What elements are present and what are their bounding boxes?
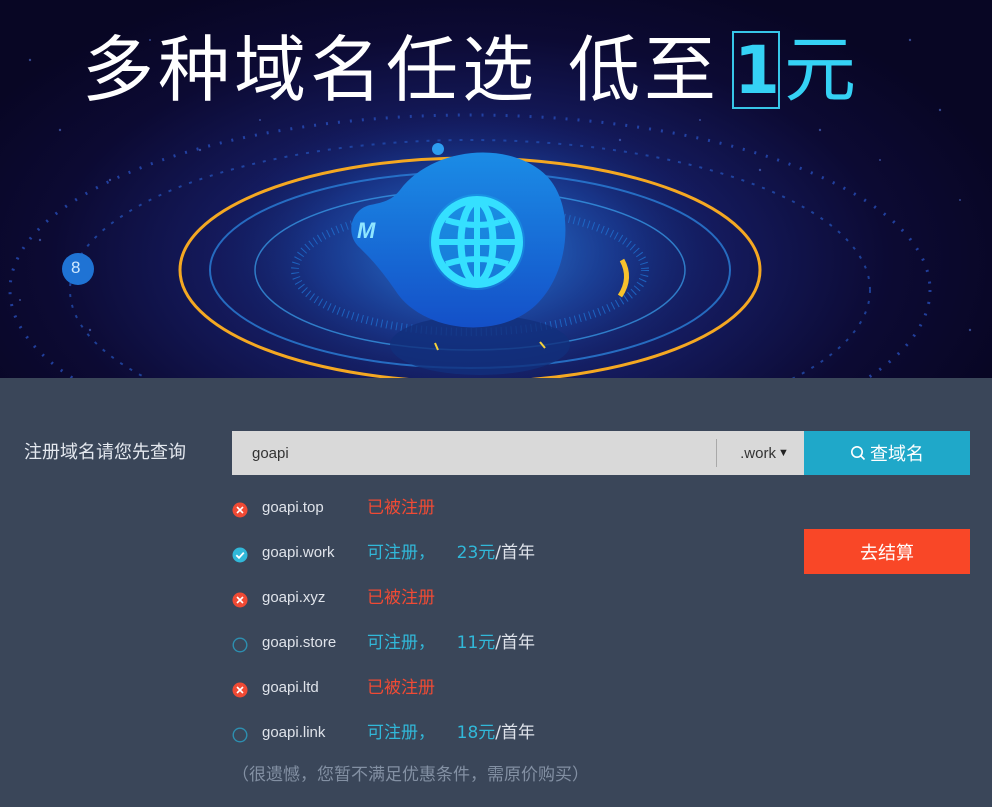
- search-button-label: 查域名: [870, 444, 924, 465]
- result-domain: goapi.ltd: [262, 679, 319, 696]
- search-icon: [851, 446, 866, 461]
- unselected-radio-icon[interactable]: [232, 727, 248, 743]
- hero-title: 多种域名任选 低至 1 元: [82, 24, 856, 116]
- result-domain: goapi.work: [262, 544, 335, 561]
- result-row: goapi.ltd 已被注册: [231, 666, 791, 711]
- result-status: 可注册， 18元/首年: [367, 721, 535, 745]
- domain-results-list: goapi.top 已被注册 goapi.work 可注册， 23元/首年 go…: [231, 486, 791, 756]
- domain-search-box: .work ▼: [232, 431, 804, 475]
- result-domain: goapi.xyz: [262, 589, 326, 606]
- side-icon-label: 8: [71, 258, 81, 277]
- result-domain: goapi.link: [262, 724, 326, 741]
- result-price: 11元: [456, 633, 496, 653]
- result-status: 已被注册: [367, 678, 435, 698]
- hero-title-main: 多种域名任选: [82, 28, 539, 112]
- taken-x-icon: [232, 592, 248, 608]
- taken-x-icon: [232, 682, 248, 698]
- result-row: goapi.xyz 已被注册: [231, 576, 791, 621]
- discount-notice: （很遗憾，您暂不满足优惠条件，需原价购买）: [232, 765, 589, 785]
- result-row[interactable]: goapi.store 可注册， 11元/首年: [231, 621, 791, 666]
- result-price-unit: /首年: [495, 543, 535, 563]
- result-price-unit: /首年: [495, 723, 535, 743]
- status-text: 可注册，: [367, 723, 435, 743]
- status-text: 可注册，: [367, 633, 435, 653]
- caret-down-icon: ▼: [777, 447, 789, 459]
- selected-check-icon[interactable]: [232, 547, 248, 563]
- result-domain: goapi.top: [262, 499, 324, 516]
- hero-price-unit: 元: [784, 28, 857, 112]
- result-price-unit: /首年: [495, 633, 535, 653]
- status-text: 可注册，: [367, 543, 435, 563]
- search-domain-button[interactable]: 查域名: [804, 431, 970, 475]
- domain-suffix-select[interactable]: .work ▼: [717, 431, 804, 475]
- result-row: goapi.top 已被注册: [231, 486, 791, 531]
- result-domain: goapi.store: [262, 634, 337, 651]
- search-label: 注册域名请您先查询: [24, 442, 186, 463]
- badge-letter: M: [357, 218, 376, 243]
- result-status: 可注册， 11元/首年: [367, 631, 535, 655]
- domain-register-page: M 8 多种域名任选 低至 1 元 注册域名请您先查询 .work ▼ 查域名 …: [0, 0, 992, 807]
- checkout-button[interactable]: 去结算: [804, 529, 970, 574]
- result-row[interactable]: goapi.link 可注册， 18元/首年: [231, 711, 791, 756]
- suffix-selected-value: .work: [740, 444, 776, 462]
- result-status: 可注册， 23元/首年: [367, 541, 535, 565]
- result-status: 已被注册: [367, 588, 435, 608]
- result-row[interactable]: goapi.work 可注册， 23元/首年: [231, 531, 791, 576]
- result-price: 23元: [456, 543, 496, 563]
- hero-title-lowest: 低至: [568, 28, 721, 112]
- taken-x-icon: [232, 502, 248, 518]
- hero-banner: M 8 多种域名任选 低至 1 元: [0, 0, 992, 378]
- domain-search-input[interactable]: [232, 431, 716, 475]
- result-price: 18元: [456, 723, 496, 743]
- hero-price-number: 1: [732, 31, 781, 109]
- unselected-radio-icon[interactable]: [232, 637, 248, 653]
- result-status: 已被注册: [367, 498, 435, 518]
